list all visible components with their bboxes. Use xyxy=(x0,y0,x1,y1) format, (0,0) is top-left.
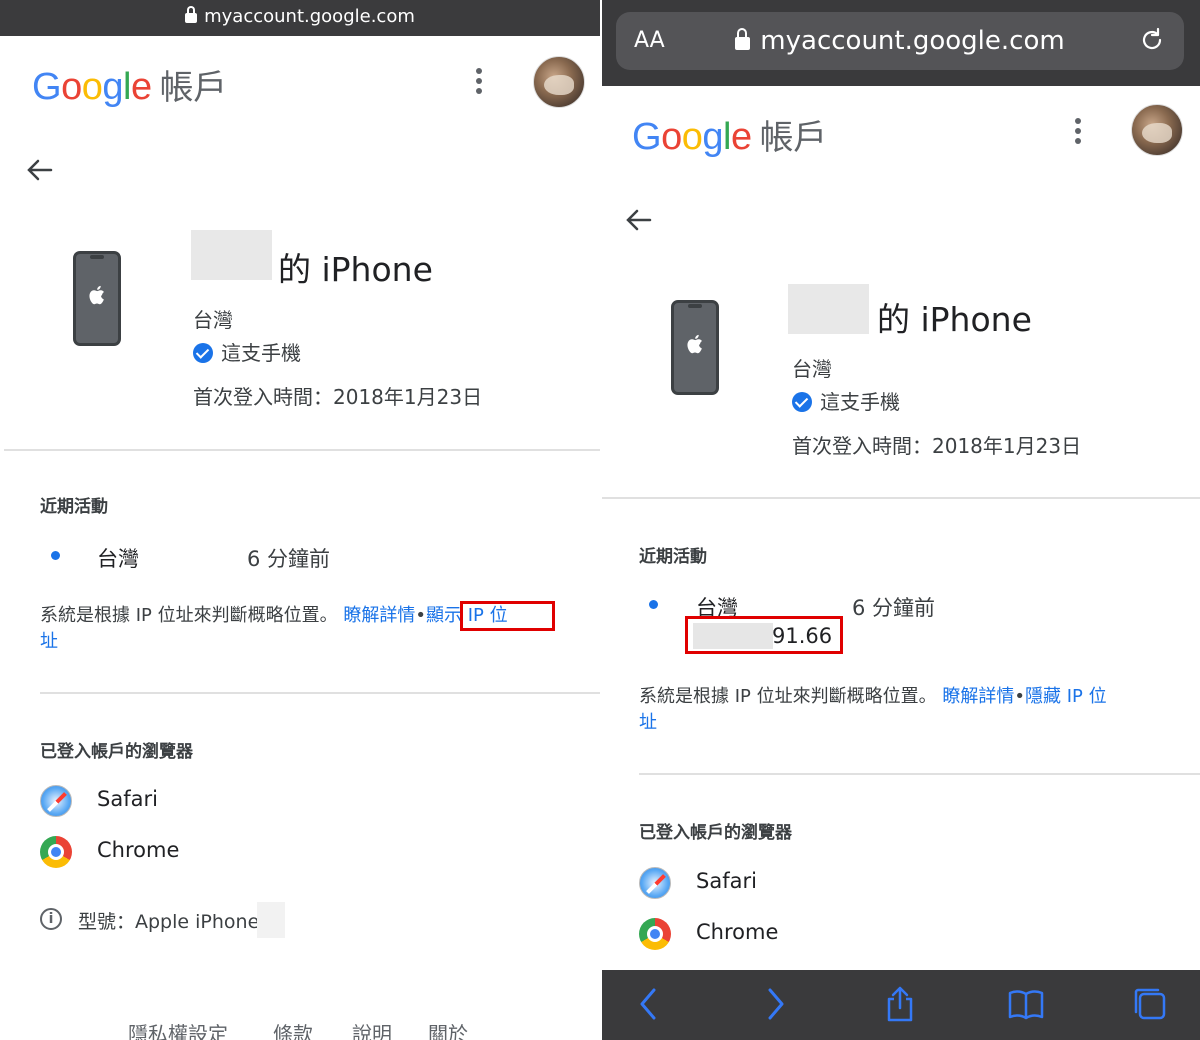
url-text: myaccount.google.com xyxy=(616,26,1184,56)
learn-more-link[interactable]: 瞭解詳情 xyxy=(343,605,415,626)
avatar[interactable] xyxy=(1131,104,1183,156)
right-screenshot: AA myaccount.google.com Google 帳戶 的 iPhon… xyxy=(602,0,1200,1040)
back-arrow-icon[interactable] xyxy=(624,205,654,235)
address-bar[interactable]: myaccount.google.com xyxy=(0,0,600,36)
chrome-icon xyxy=(639,918,671,950)
hide-ip-link[interactable]: 隱藏 IP 位 xyxy=(1025,686,1107,707)
apple-logo-icon xyxy=(687,334,702,354)
more-options-icon[interactable] xyxy=(1074,118,1082,148)
tabs-icon[interactable] xyxy=(1132,986,1168,1022)
safari-icon xyxy=(40,785,72,817)
lock-icon xyxy=(735,28,751,50)
avatar[interactable] xyxy=(533,56,585,108)
divider xyxy=(639,773,1200,775)
left-screenshot: myaccount.google.com Google 帳戶 的 iPhone 台… xyxy=(0,0,600,1040)
footer-help-link[interactable]: 說明 xyxy=(352,1018,392,1040)
signed-in-browsers-heading: 已登入帳戶的瀏覽器 xyxy=(40,742,193,762)
info-icon: i xyxy=(40,908,62,930)
account-header: Google 帳戶 xyxy=(602,86,1200,176)
account-header: Google 帳戶 xyxy=(0,36,600,126)
divider xyxy=(4,449,600,451)
back-arrow-icon[interactable] xyxy=(25,155,55,185)
footer-privacy-link[interactable]: 隱私權設定 xyxy=(128,1018,228,1040)
recent-activity-heading: 近期活動 xyxy=(639,547,707,567)
check-circle-icon xyxy=(792,392,812,412)
device-model: 型號：Apple iPhone xyxy=(78,911,260,933)
activity-time: 6 分鐘前 xyxy=(852,596,936,620)
reload-icon[interactable] xyxy=(1138,26,1166,54)
first-signin-date: 首次登入時間：2018年1月23日 xyxy=(193,385,483,409)
browser-chrome[interactable]: Chrome xyxy=(696,920,778,944)
browser-safari[interactable]: Safari xyxy=(97,787,158,811)
highlight-box xyxy=(685,616,843,654)
divider xyxy=(40,692,600,694)
device-location: 台灣 xyxy=(193,308,233,332)
this-phone-badge: 這支手機 xyxy=(792,386,900,415)
google-logo[interactable]: Google 帳戶 xyxy=(32,60,227,109)
google-logo[interactable]: Google 帳戶 xyxy=(632,110,827,159)
bookmarks-icon[interactable] xyxy=(1008,986,1044,1022)
device-location: 台灣 xyxy=(792,357,832,381)
first-signin-date: 首次登入時間：2018年1月23日 xyxy=(792,434,1082,458)
more-options-icon[interactable] xyxy=(475,68,483,98)
iphone-icon xyxy=(671,300,719,395)
browser-chrome[interactable]: Chrome xyxy=(97,838,179,862)
activity-location: 台灣 xyxy=(97,547,139,571)
device-name: 的 iPhone xyxy=(877,300,1032,339)
activity-dot xyxy=(649,600,658,609)
hide-ip-link-continued[interactable]: 址 xyxy=(639,712,657,733)
url-text: myaccount.google.com xyxy=(0,6,600,27)
safari-icon xyxy=(639,867,671,899)
device-name: 的 iPhone xyxy=(278,250,433,289)
share-icon[interactable] xyxy=(882,986,918,1022)
redacted-name xyxy=(191,230,272,280)
divider xyxy=(602,497,1200,499)
redacted-name xyxy=(788,284,869,334)
chrome-icon xyxy=(40,836,72,868)
lock-icon xyxy=(185,6,198,23)
safari-toolbar xyxy=(602,970,1200,1040)
highlight-box xyxy=(460,601,555,631)
show-ip-link-continued[interactable]: 址 xyxy=(40,631,58,652)
forward-chevron-icon[interactable] xyxy=(756,986,792,1022)
activity-time: 6 分鐘前 xyxy=(247,547,331,571)
back-chevron-icon[interactable] xyxy=(632,986,668,1022)
signed-in-browsers-heading: 已登入帳戶的瀏覽器 xyxy=(639,823,792,843)
recent-activity-heading: 近期活動 xyxy=(40,497,108,517)
url-field[interactable]: AA myaccount.google.com xyxy=(616,12,1184,70)
safari-address-bar: AA myaccount.google.com xyxy=(602,0,1200,86)
activity-dot xyxy=(51,551,60,560)
iphone-icon xyxy=(73,251,121,346)
this-phone-badge: 這支手機 xyxy=(193,337,301,366)
ip-note: 系統是根據 IP 位址來判斷概略位置。 瞭解詳情•隱藏 IP 位 址 xyxy=(639,686,1107,733)
learn-more-link[interactable]: 瞭解詳情 xyxy=(942,686,1014,707)
check-circle-icon xyxy=(193,343,213,363)
apple-logo-icon xyxy=(89,285,104,305)
footer-about-link[interactable]: 關於 xyxy=(428,1018,468,1040)
redacted-model xyxy=(257,902,285,938)
footer-terms-link[interactable]: 條款 xyxy=(273,1018,313,1040)
browser-safari[interactable]: Safari xyxy=(696,869,757,893)
